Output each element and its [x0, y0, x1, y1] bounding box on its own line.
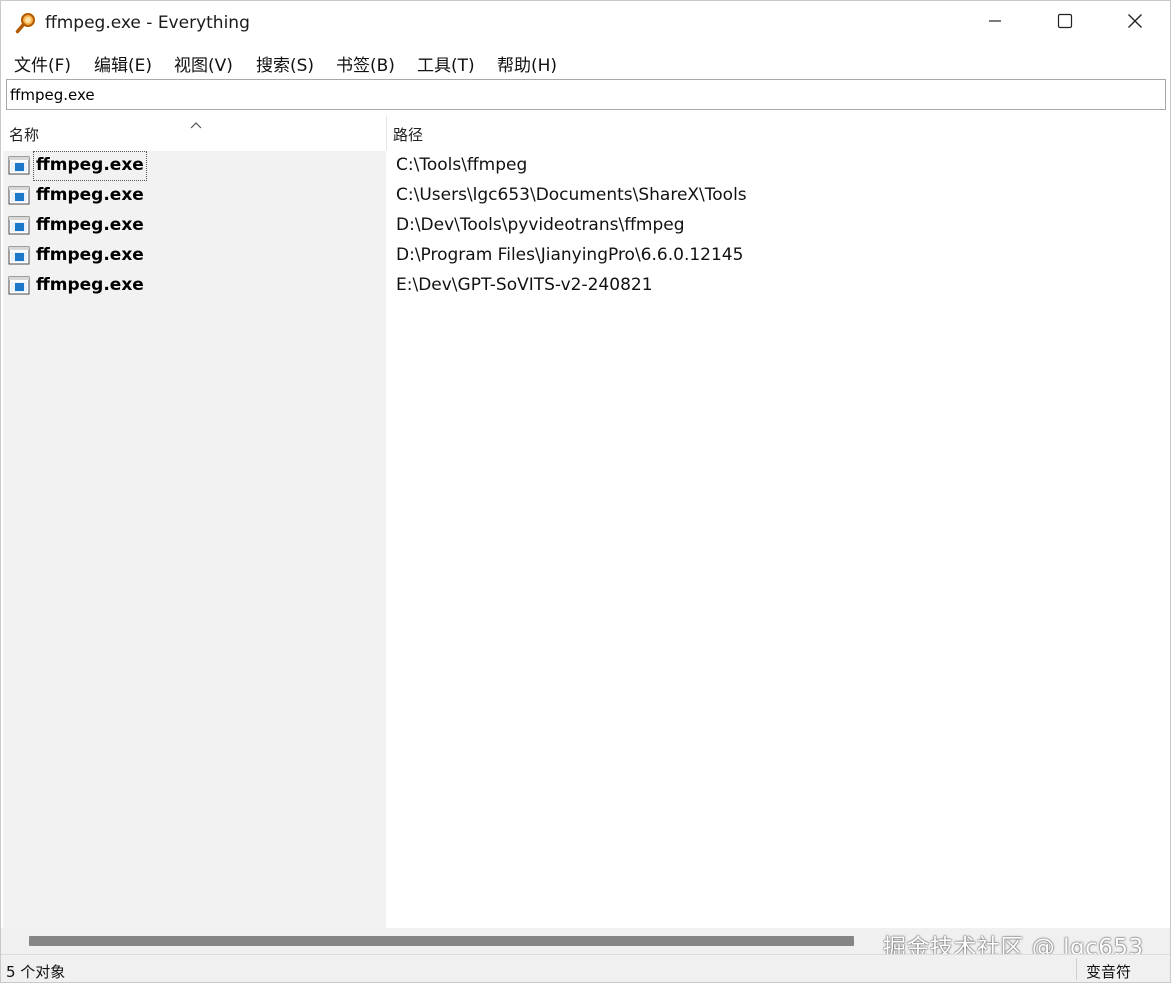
minimize-button[interactable]	[960, 1, 1030, 45]
diacritics-indicator[interactable]: 变音符	[1086, 961, 1131, 982]
status-divider	[1076, 958, 1077, 980]
window-title: ffmpeg.exe - Everything	[45, 13, 250, 33]
sort-ascending-icon	[189, 115, 203, 134]
menu-view[interactable]: 视图(V)	[174, 49, 233, 78]
maximize-icon	[1057, 13, 1073, 33]
close-icon	[1127, 13, 1143, 33]
result-path: D:\Program Files\JianyingPro\6.6.0.12145	[396, 245, 744, 265]
executable-icon	[8, 276, 30, 295]
executable-icon	[8, 186, 30, 205]
result-name: ffmpeg.exe	[36, 245, 144, 265]
result-row[interactable]: ffmpeg.exe D:\Program Files\JianyingPro\…	[1, 241, 1170, 271]
title-bar[interactable]: ffmpeg.exe - Everything	[1, 1, 1170, 45]
result-path: C:\Tools\ffmpeg	[396, 155, 528, 175]
magnifier-icon	[15, 12, 37, 34]
column-header-name[interactable]: 名称	[1, 115, 386, 151]
search-input[interactable]	[10, 85, 1160, 105]
search-box[interactable]	[6, 79, 1166, 110]
column-path-label: 路径	[393, 126, 424, 144]
result-row[interactable]: ffmpeg.exe C:\Tools\ffmpeg	[1, 151, 1170, 181]
menu-help[interactable]: 帮助(H)	[497, 49, 557, 78]
scrollbar-thumb[interactable]	[29, 936, 854, 946]
everything-window: ffmpeg.exe - Everything 文件(F) 编辑(E) 视图(V…	[0, 0, 1171, 983]
menu-bar: 文件(F) 编辑(E) 视图(V) 搜索(S) 书签(B) 工具(T) 帮助(H…	[1, 45, 1170, 77]
executable-icon	[8, 246, 30, 265]
result-name: ffmpeg.exe	[36, 155, 144, 175]
column-name-label: 名称	[9, 126, 40, 144]
results-list[interactable]: ffmpeg.exe C:\Tools\ffmpeg ffmpeg.exe C:…	[1, 151, 1170, 928]
result-path: D:\Dev\Tools\pyvideotrans\ffmpeg	[396, 215, 685, 235]
menu-file[interactable]: 文件(F)	[14, 49, 71, 78]
menu-search[interactable]: 搜索(S)	[256, 49, 314, 78]
column-header: 名称 路径	[1, 115, 1170, 151]
status-bar: 5 个对象 变音符	[1, 954, 1170, 982]
executable-icon	[8, 216, 30, 235]
minimize-icon	[987, 13, 1003, 33]
menu-edit[interactable]: 编辑(E)	[94, 49, 152, 78]
result-path: E:\Dev\GPT-SoVITS-v2-240821	[396, 275, 653, 295]
result-row[interactable]: ffmpeg.exe D:\Dev\Tools\pyvideotrans\ffm…	[1, 211, 1170, 241]
result-row[interactable]: ffmpeg.exe C:\Users\lgc653\Documents\Sha…	[1, 181, 1170, 211]
result-name: ffmpeg.exe	[36, 275, 144, 295]
result-path: C:\Users\lgc653\Documents\ShareX\Tools	[396, 185, 747, 205]
result-name: ffmpeg.exe	[36, 185, 144, 205]
result-name: ffmpeg.exe	[36, 215, 144, 235]
menu-tools[interactable]: 工具(T)	[417, 49, 475, 78]
close-button[interactable]	[1100, 1, 1170, 45]
maximize-button[interactable]	[1030, 1, 1100, 45]
column-header-path[interactable]: 路径	[386, 115, 1170, 151]
executable-icon	[8, 156, 30, 175]
result-row[interactable]: ffmpeg.exe E:\Dev\GPT-SoVITS-v2-240821	[1, 271, 1170, 301]
result-count: 5 个对象	[6, 963, 66, 981]
menu-bookmarks[interactable]: 书签(B)	[336, 49, 395, 78]
